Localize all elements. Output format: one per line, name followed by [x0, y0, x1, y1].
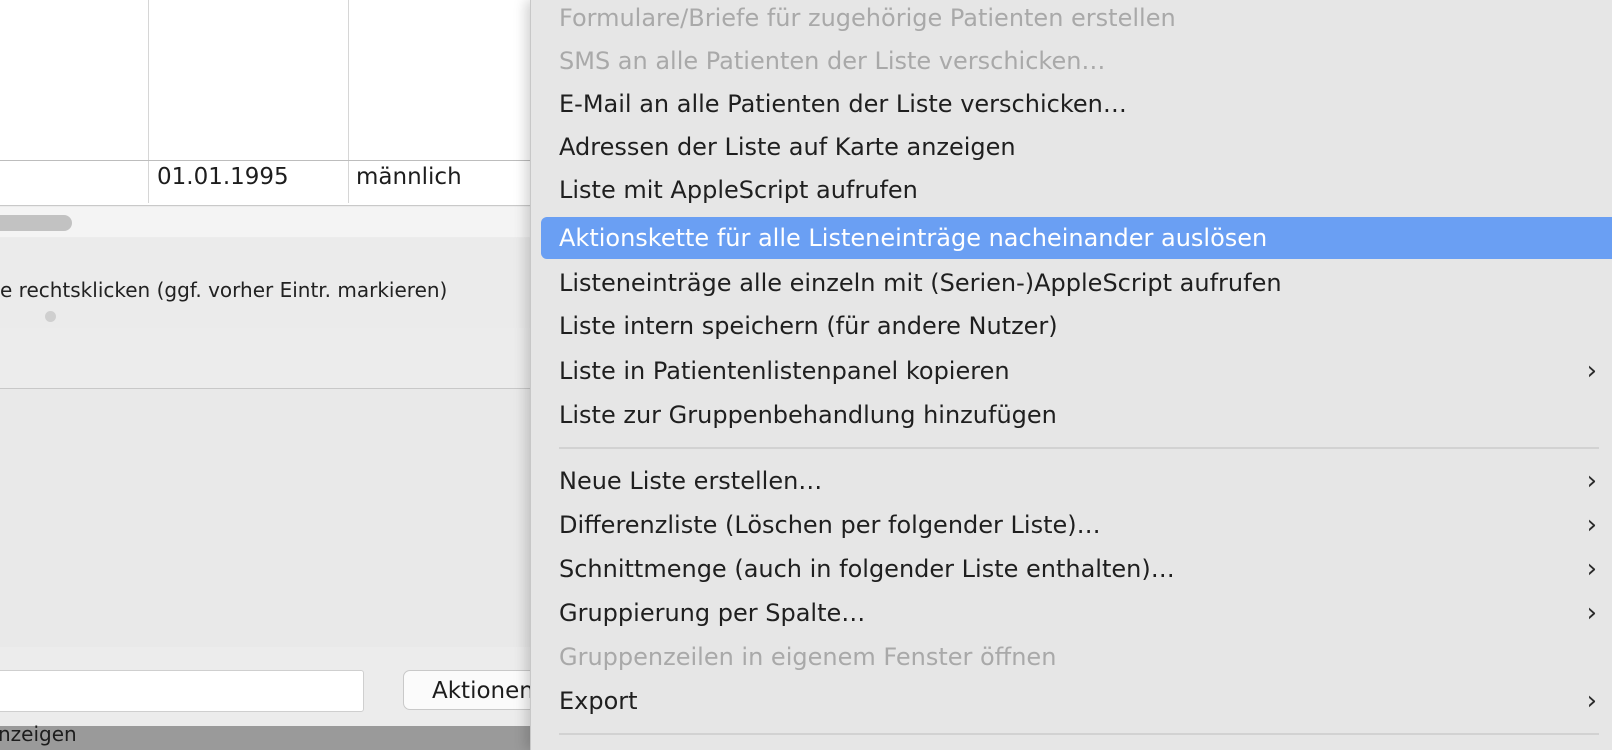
- menu-item-label: SMS an alle Patienten der Liste verschic…: [559, 47, 1106, 75]
- menu-item-label: Listeneinträge alle einzeln mit (Serien-…: [559, 269, 1282, 297]
- menu-item-group-treatment[interactable]: Liste zur Gruppenbehandlung hinzufügen: [541, 394, 1612, 436]
- search-input[interactable]: [0, 670, 364, 712]
- menu-item-label: Liste intern speichern (für andere Nutze…: [559, 312, 1058, 340]
- menu-item-label: Liste zur Gruppenbehandlung hinzufügen: [559, 401, 1057, 429]
- menu-item-send-email[interactable]: E-Mail an alle Patienten der Liste versc…: [541, 83, 1612, 125]
- menu-item-label: Liste in Patientenlistenpanel kopieren: [559, 357, 1010, 385]
- menu-separator: [559, 733, 1599, 735]
- patient-table: 01.01.1995 männlich: [0, 0, 540, 206]
- chevron-right-icon: ›: [1586, 356, 1597, 386]
- menu-item-difference-list[interactable]: Differenzliste (Löschen per folgender Li…: [541, 504, 1612, 546]
- menu-item-label: Gruppierung per Spalte…: [559, 599, 866, 627]
- menu-item-label: Aktionskette für alle Listeneinträge nac…: [559, 224, 1268, 252]
- menu-item-send-sms: SMS an alle Patienten der Liste verschic…: [541, 40, 1612, 82]
- menu-item-label: Schnittmenge (auch in folgender Liste en…: [559, 555, 1175, 583]
- menu-item-label: Formulare/Briefe für zugehörige Patiente…: [559, 4, 1176, 32]
- chevron-right-icon: ›: [1586, 466, 1597, 496]
- menu-item-label: E-Mail an alle Patienten der Liste versc…: [559, 90, 1127, 118]
- hint-text: e rechtsklicken (ggf. vorher Eintr. mark…: [0, 278, 448, 302]
- menu-item-label: Neue Liste erstellen…: [559, 467, 823, 495]
- menu-item-applescript[interactable]: Liste mit AppleScript aufrufen: [541, 169, 1612, 211]
- chevron-right-icon: ›: [1586, 686, 1597, 716]
- menu-item-serial-applescript[interactable]: Listeneinträge alle einzeln mit (Serien-…: [541, 262, 1612, 304]
- menu-item-label: Gruppenzeilen in eigenem Fenster öffnen: [559, 643, 1057, 671]
- menu-separator: [559, 447, 1599, 449]
- scrollbar-thumb[interactable]: [0, 215, 72, 231]
- menu-item-save-internally[interactable]: Liste intern speichern (für andere Nutze…: [541, 305, 1612, 347]
- patient-list-window: 01.01.1995 männlich e rechtsklicken (ggf…: [0, 0, 563, 750]
- menu-item-label: Adressen der Liste auf Karte anzeigen: [559, 133, 1016, 161]
- menu-item-show-on-map[interactable]: Adressen der Liste auf Karte anzeigen: [541, 126, 1612, 168]
- chevron-right-icon: ›: [1586, 554, 1597, 584]
- menu-item-export[interactable]: Export ›: [541, 680, 1612, 722]
- menu-item-label: Export: [559, 687, 638, 715]
- column-divider: [348, 0, 349, 203]
- menu-item-action-chain[interactable]: Aktionskette für alle Listeneinträge nac…: [541, 217, 1612, 259]
- chevron-right-icon: ›: [1586, 598, 1597, 628]
- column-divider: [148, 0, 149, 203]
- menu-item-copy-to-panel[interactable]: Liste in Patientenlistenpanel kopieren ›: [541, 350, 1612, 392]
- status-bar: [0, 726, 540, 750]
- menu-item-open-group-rows: Gruppenzeilen in eigenem Fenster öffnen: [541, 636, 1612, 678]
- resize-handle-dot[interactable]: [45, 311, 56, 322]
- menu-item-grouping[interactable]: Gruppierung per Spalte… ›: [541, 592, 1612, 634]
- chevron-right-icon: ›: [1586, 510, 1597, 540]
- horizontal-scrollbar[interactable]: [0, 207, 540, 237]
- menu-item-label: Differenzliste (Löschen per folgender Li…: [559, 511, 1101, 539]
- status-text: nzeigen: [0, 722, 77, 746]
- menu-item-new-list[interactable]: Neue Liste erstellen… ›: [541, 460, 1612, 502]
- menu-item-intersection[interactable]: Schnittmenge (auch in folgender Liste en…: [541, 548, 1612, 590]
- menu-item-create-forms: Formulare/Briefe für zugehörige Patiente…: [541, 0, 1612, 39]
- gender-cell[interactable]: männlich: [356, 164, 462, 190]
- birthdate-cell[interactable]: 01.01.1995: [157, 164, 289, 190]
- menu-item-label: Liste mit AppleScript aufrufen: [559, 176, 918, 204]
- context-menu: Formulare/Briefe für zugehörige Patiente…: [530, 0, 1612, 750]
- lower-panel: [0, 389, 540, 647]
- row-divider: [0, 160, 540, 161]
